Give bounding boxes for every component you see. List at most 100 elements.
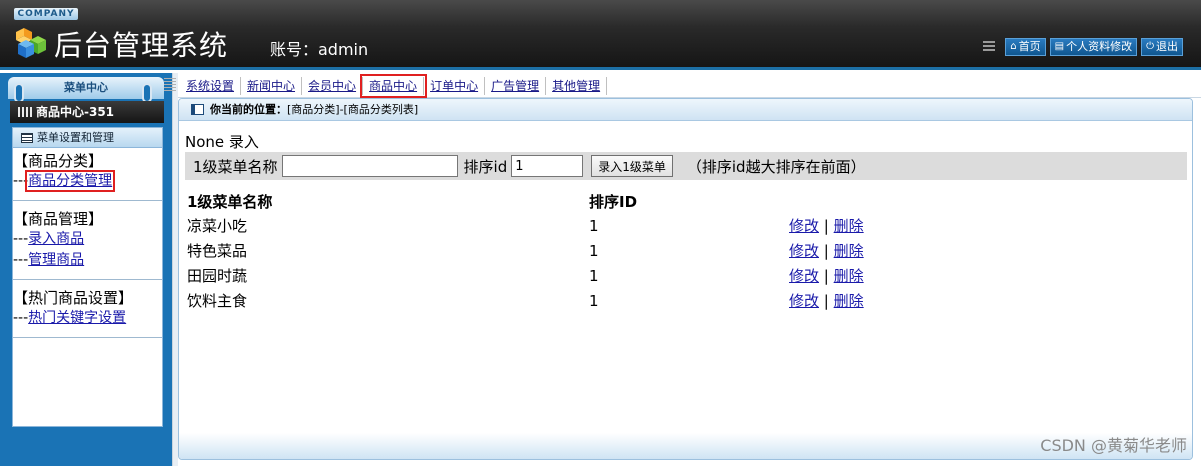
item-prefix: --- — [13, 252, 29, 268]
name-label: 1级菜单名称 — [193, 157, 278, 176]
sidebar-group-category: 【商品分类】 ---商品分类管理 — [13, 148, 162, 201]
table-row: 特色菜品 1 修改 | 删除 — [187, 238, 989, 263]
profile-edit-link-label: 个人资料修改 — [1066, 40, 1133, 53]
account-label: 账号：admin — [270, 40, 369, 59]
sidebar-item: ---商品分类管理 — [13, 170, 162, 192]
edit-link[interactable]: 修改 — [789, 217, 819, 235]
edit-link[interactable]: 修改 — [789, 267, 819, 285]
row-name: 饮料主食 — [187, 292, 248, 310]
tab-system-settings[interactable]: 系统设置 — [180, 77, 242, 95]
row-actions: 修改 | 删除 — [789, 263, 989, 288]
delete-link[interactable]: 删除 — [834, 292, 864, 310]
logout-link[interactable]: ⏻ 退出 — [1141, 38, 1183, 56]
cubes-logo-icon — [16, 28, 46, 58]
sidebar-item-hot-keywords[interactable]: 热门关键字设置 — [28, 310, 126, 326]
sidebar-panel-header: 菜单设置和管理 — [13, 128, 162, 148]
sidebar-item-add-goods[interactable]: 录入商品 — [28, 231, 84, 247]
watermark: CSDN @黄菊华老师 — [1040, 436, 1187, 455]
col-action-header — [789, 189, 989, 213]
menu-lines-icon — [983, 41, 996, 53]
row-name: 田园时蔬 — [187, 267, 248, 285]
row-sort: 1 — [589, 216, 599, 235]
table-header-row: 1级菜单名称 排序ID — [187, 189, 989, 213]
module-label: 商品中心-351 — [36, 105, 115, 119]
breadcrumb-value: [商品分类]-[商品分类列表] — [287, 102, 419, 116]
row-sort: 1 — [589, 266, 599, 285]
tab-ad-manage[interactable]: 广告管理 — [485, 77, 547, 95]
logout-link-label: 退出 — [1156, 40, 1178, 53]
action-separator: | — [823, 242, 829, 260]
row-actions: 修改 | 删除 — [789, 288, 989, 313]
action-separator: | — [823, 217, 829, 235]
row-name: 特色菜品 — [187, 242, 248, 260]
sidebar-panel-title: 菜单设置和管理 — [37, 130, 114, 144]
pin-right-icon — [142, 83, 152, 103]
add-category-button[interactable]: 录入1级菜单 — [591, 155, 673, 177]
row-sort: 1 — [589, 241, 599, 260]
home-link-label: 首页 — [1018, 40, 1041, 53]
edit-link[interactable]: 修改 — [789, 292, 819, 310]
sidebar-panel: 菜单设置和管理 【商品分类】 ---商品分类管理 【商品管理】 ---录入商品 … — [12, 127, 163, 427]
delete-link[interactable]: 删除 — [834, 267, 864, 285]
row-sort: 1 — [589, 291, 599, 310]
add-category-form: 1级菜单名称 排序id 录入1级菜单 （排序id越大排序在前面） — [185, 152, 1187, 180]
table-row: 田园时蔬 1 修改 | 删除 — [187, 263, 989, 288]
row-actions: 修改 | 删除 — [789, 213, 989, 238]
item-prefix: --- — [13, 310, 29, 326]
app-header: COMPANY 后台管理系统 账号：admin ⌂ 首页 ▤ 个人资料修改 ⏻ … — [0, 0, 1201, 70]
col-name-header: 1级菜单名称 — [187, 192, 273, 211]
company-badge: COMPANY — [14, 8, 78, 20]
tab-member-center[interactable]: 会员中心 — [302, 77, 364, 95]
sidebar-frame: 菜单中心 商品中心-351 菜单设置和管理 【商品分类】 ---商品分类管理 【… — [0, 73, 172, 466]
action-separator: | — [823, 267, 829, 285]
group-title: 【商品管理】 — [13, 210, 104, 228]
group-title: 【商品分类】 — [13, 152, 104, 170]
sidebar-group-hot: 【热门商品设置】 ---热门关键字设置 — [13, 280, 162, 338]
sidebar-item: ---热门关键字设置 — [13, 308, 162, 329]
action-separator: | — [823, 292, 829, 310]
group-title: 【热门商品设置】 — [13, 289, 134, 307]
tab-goods-center[interactable]: 商品中心 — [360, 74, 428, 98]
breadcrumb-label: 你当前的位置： — [210, 102, 287, 116]
home-link[interactable]: ⌂ 首页 — [1005, 38, 1046, 56]
row-actions: 修改 | 删除 — [789, 238, 989, 263]
tab-news-center[interactable]: 新闻中心 — [241, 77, 303, 95]
page-title: None 录入 — [185, 133, 259, 151]
module-bar[interactable]: 商品中心-351 — [10, 101, 164, 123]
delete-link[interactable]: 删除 — [834, 242, 864, 260]
sidebar-group-goods: 【商品管理】 ---录入商品 ---管理商品 — [13, 201, 162, 280]
main-panel: 你当前的位置： [商品分类]-[商品分类列表] None 录入 1级菜单名称 排… — [178, 98, 1193, 460]
profile-edit-link[interactable]: ▤ 个人资料修改 — [1049, 38, 1138, 56]
delete-link[interactable]: 删除 — [834, 217, 864, 235]
list-icon — [21, 132, 33, 143]
sort-hint: （排序id越大排序在前面） — [686, 157, 866, 176]
document-icon: ▤ — [1054, 41, 1065, 52]
table-row: 饮料主食 1 修改 | 删除 — [187, 288, 989, 313]
item-prefix: --- — [13, 173, 29, 189]
row-name: 凉菜小吃 — [187, 217, 248, 235]
system-title: 后台管理系统 — [54, 29, 229, 62]
breadcrumb: 你当前的位置： [商品分类]-[商品分类列表] — [179, 99, 1192, 121]
edit-link[interactable]: 修改 — [789, 242, 819, 260]
tab-other-manage[interactable]: 其他管理 — [546, 77, 608, 95]
header-links: ⌂ 首页 ▤ 个人资料修改 ⏻ 退出 — [983, 38, 1183, 56]
table-row: 凉菜小吃 1 修改 | 删除 — [187, 213, 989, 238]
nav-grip-icon — [164, 78, 176, 92]
sort-id-input[interactable] — [511, 155, 584, 177]
sidebar-item: ---录入商品 — [13, 229, 162, 250]
window-icon — [191, 104, 204, 115]
item-prefix: --- — [13, 231, 29, 247]
tab-order-center[interactable]: 订单中心 — [424, 77, 486, 95]
power-icon: ⏻ — [1146, 41, 1154, 52]
category-table: 1级菜单名称 排序ID 凉菜小吃 1 修改 | 删除 特色菜品 1 修改 | 删… — [187, 189, 989, 313]
sidebar-item-manage-goods[interactable]: 管理商品 — [28, 252, 84, 268]
pin-left-icon — [14, 83, 24, 103]
top-nav: 系统设置 新闻中心 会员中心 商品中心 订单中心 广告管理 其他管理 — [180, 74, 608, 98]
grid-icon — [18, 107, 32, 117]
sidebar-item: ---管理商品 — [13, 250, 162, 271]
home-icon: ⌂ — [1010, 41, 1017, 52]
sidebar-item-category-manage[interactable]: 商品分类管理 — [25, 170, 116, 192]
sort-label: 排序id — [463, 157, 508, 176]
menu-center-title: 菜单中心 — [8, 77, 164, 99]
category-name-input[interactable] — [281, 155, 458, 177]
